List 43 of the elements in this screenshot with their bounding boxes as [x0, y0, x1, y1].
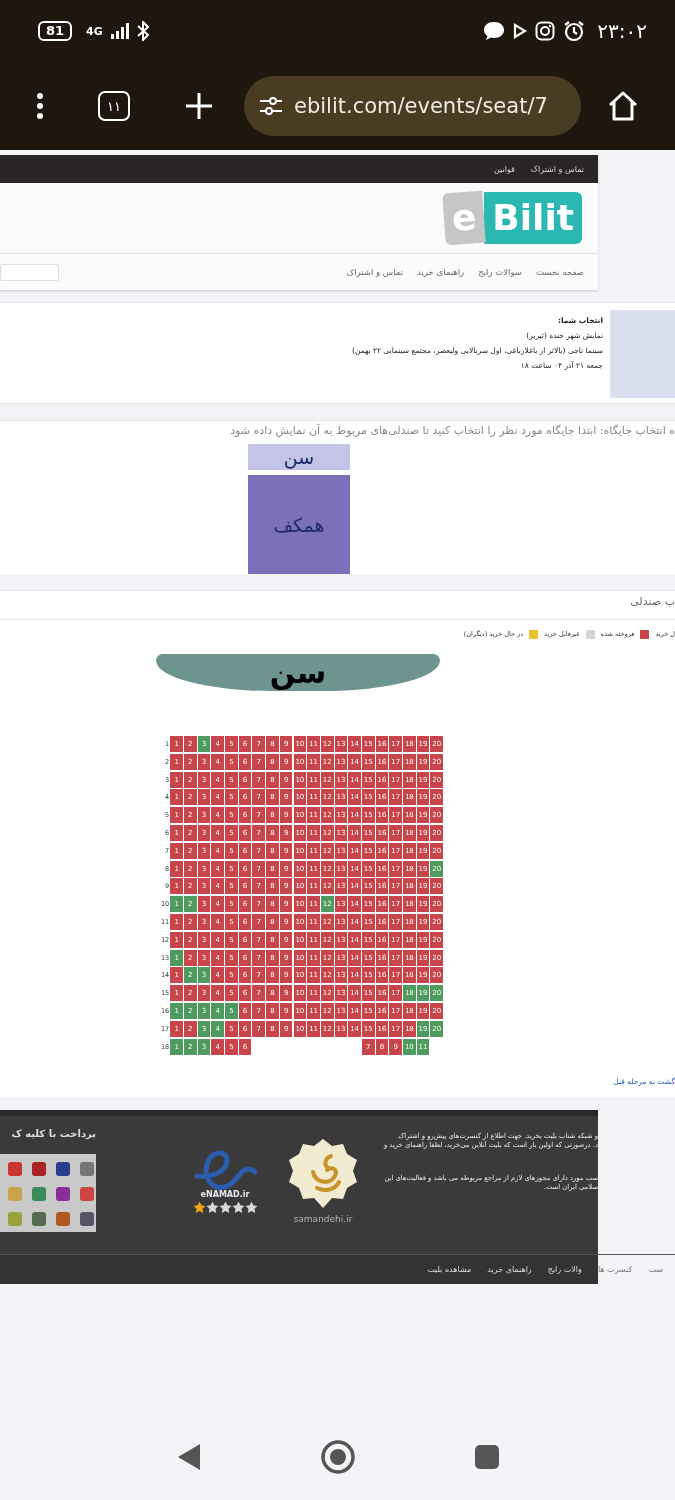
- star-icon: [218, 1201, 232, 1214]
- footer-link[interactable]: والات رایج: [547, 1265, 582, 1274]
- home-button-icon[interactable]: [319, 1439, 356, 1475]
- battery-indicator: 81: [38, 21, 73, 41]
- zone-button[interactable]: سن: [248, 444, 350, 470]
- camera-icon: [535, 21, 556, 41]
- top-link[interactable]: قوانین: [493, 164, 515, 174]
- enamad-label: eNAMAD.ir: [200, 1190, 250, 1199]
- recents-icon[interactable]: [473, 1444, 500, 1470]
- footer-link[interactable]: کنسرت ها: [597, 1265, 633, 1274]
- bluetooth-icon: [136, 21, 149, 41]
- nav-link[interactable]: سوالات رایج: [478, 267, 522, 277]
- section-title: ب صندلی: [0, 591, 675, 620]
- footer-link[interactable]: مشاهده بلیت: [427, 1265, 472, 1274]
- network-type: 4G: [86, 24, 103, 38]
- star-icon: [244, 1201, 258, 1214]
- seal-label: samandehi.ir: [293, 1214, 353, 1224]
- star-icon: [231, 1201, 245, 1214]
- zone-button[interactable]: همکف: [248, 475, 350, 574]
- signal-icon: [110, 23, 129, 39]
- nav-link[interactable]: تماس و اشتراک: [346, 267, 404, 277]
- address-bar[interactable]: ebilit.com/events/seat/7: [244, 76, 581, 136]
- clock-time: ۲۳:۰۲: [597, 19, 647, 43]
- stage-shape: سن: [156, 654, 440, 691]
- star-icon: [205, 1201, 219, 1214]
- url-text: ebilit.com/events/seat/7: [294, 94, 548, 118]
- tab-count-button[interactable]: ۱۱: [98, 91, 130, 121]
- footer-link[interactable]: ست: [648, 1265, 663, 1274]
- seal-drawing: [287, 1138, 359, 1210]
- instruction-text: ه انتخاب جایگاه: ابتدا جایگاه مورد نظر را انتخاب کنید تا صندلی‌های مربوط به آن نمایش داده شود: [229, 422, 675, 439]
- play-icon: [513, 23, 528, 39]
- site-settings-icon: [258, 95, 284, 117]
- search-field[interactable]: [0, 263, 59, 281]
- chat-bubble-icon: [483, 21, 506, 41]
- nav-link[interactable]: صفحه نخست: [535, 267, 584, 277]
- footer-link[interactable]: راهنمای خرید: [487, 1265, 532, 1274]
- plus-icon[interactable]: [184, 91, 214, 121]
- star-icon: [192, 1201, 206, 1214]
- home-icon[interactable]: [607, 91, 639, 121]
- top-link[interactable]: تماس و اشتراک: [530, 164, 584, 174]
- payment-title: پرداخت با کلیه ک: [10, 1128, 96, 1142]
- nav-link[interactable]: راهنمای خرید: [417, 267, 465, 277]
- alarm-icon: [563, 20, 586, 42]
